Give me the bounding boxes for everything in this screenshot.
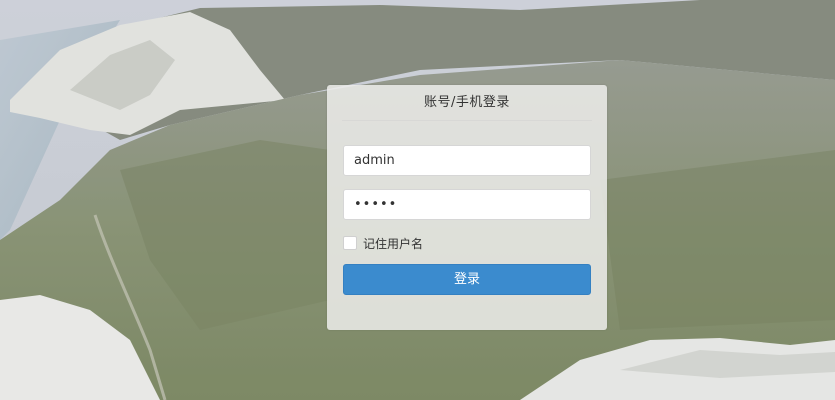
login-title: 账号/手机登录 [424, 95, 510, 110]
login-button[interactable]: 登录 [343, 264, 591, 295]
remember-username-label: 记住用户名 [363, 236, 424, 251]
remember-username-row[interactable]: 记住用户名 [343, 235, 423, 251]
password-input[interactable] [343, 189, 591, 220]
title-divider [342, 120, 592, 121]
login-panel: 账号/手机登录 记住用户名 登录 [327, 85, 607, 330]
remember-username-checkbox[interactable] [343, 236, 357, 250]
username-input[interactable] [343, 145, 591, 176]
